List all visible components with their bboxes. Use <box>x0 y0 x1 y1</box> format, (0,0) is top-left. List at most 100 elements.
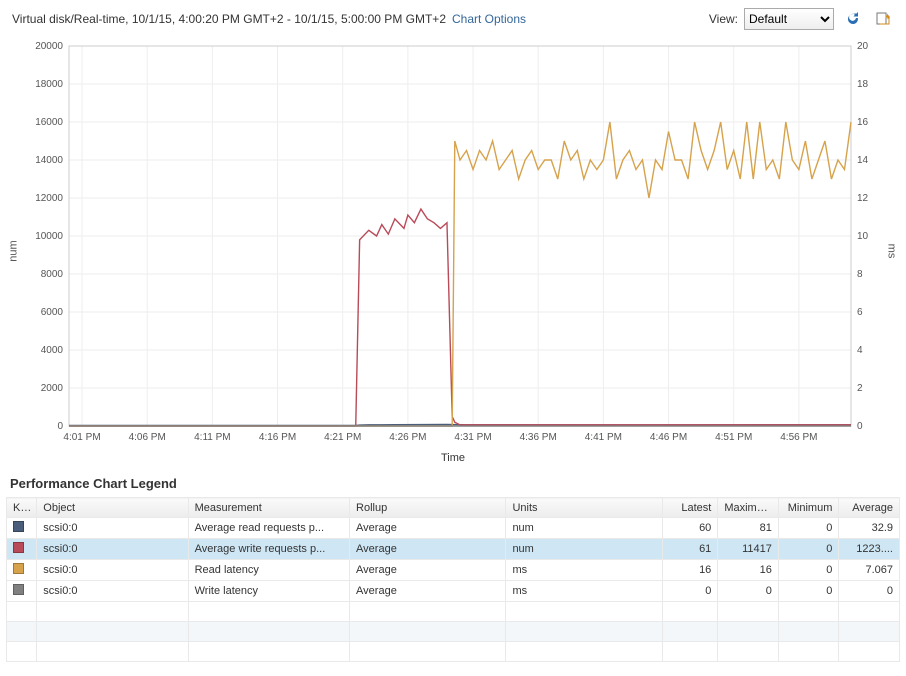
svg-text:4:56 PM: 4:56 PM <box>780 432 817 443</box>
svg-text:20000: 20000 <box>35 41 63 52</box>
rollup-cell: Average <box>350 539 506 560</box>
col-latest[interactable]: Latest <box>662 498 717 518</box>
average-cell: 32.9 <box>839 518 900 539</box>
average-cell: 1223.... <box>839 539 900 560</box>
object-cell: scsi0:0 <box>37 518 188 539</box>
swatch-cell <box>7 518 37 539</box>
latest-cell: 60 <box>662 518 717 539</box>
svg-text:16000: 16000 <box>35 117 63 128</box>
svg-text:8: 8 <box>857 269 863 280</box>
svg-text:4:11 PM: 4:11 PM <box>194 432 231 443</box>
svg-text:2000: 2000 <box>41 383 64 394</box>
col-units[interactable]: Units <box>506 498 662 518</box>
minimum-cell: 0 <box>778 539 839 560</box>
average-cell: 7.067 <box>839 560 900 581</box>
swatch-cell <box>7 560 37 581</box>
col-rollup[interactable]: Rollup <box>350 498 506 518</box>
view-select[interactable]: Default <box>744 8 834 30</box>
svg-text:10: 10 <box>857 231 869 242</box>
units-cell: num <box>506 518 662 539</box>
object-cell: scsi0:0 <box>37 581 188 602</box>
maximum-cell: 0 <box>718 581 779 602</box>
chart-svg: 0200040006000800010000120001400016000180… <box>11 36 895 466</box>
svg-text:4:16 PM: 4:16 PM <box>259 432 296 443</box>
svg-text:8000: 8000 <box>41 269 64 280</box>
units-cell: ms <box>506 581 662 602</box>
minimum-cell: 0 <box>778 518 839 539</box>
svg-text:6000: 6000 <box>41 307 64 318</box>
table-row[interactable]: scsi0:0Average write requests p...Averag… <box>7 539 900 560</box>
table-row <box>7 642 900 662</box>
col-object[interactable]: Object <box>37 498 188 518</box>
measurement-cell: Average write requests p... <box>188 539 349 560</box>
performance-chart: num ms Time 0 2000 4000 6000 8000 10000 12000 1… <box>11 36 895 466</box>
svg-text:4:36 PM: 4:36 PM <box>520 432 557 443</box>
svg-text:18000: 18000 <box>35 79 63 90</box>
svg-text:6: 6 <box>857 307 863 318</box>
units-cell: ms <box>506 560 662 581</box>
table-row <box>7 622 900 642</box>
minimum-cell: 0 <box>778 560 839 581</box>
svg-text:4:06 PM: 4:06 PM <box>129 432 166 443</box>
svg-text:14: 14 <box>857 155 869 166</box>
svg-text:4:46 PM: 4:46 PM <box>650 432 687 443</box>
legend-title: Performance Chart Legend <box>6 466 900 497</box>
svg-text:4000: 4000 <box>41 345 64 356</box>
y1-axis-label: num <box>8 240 20 261</box>
svg-text:4:51 PM: 4:51 PM <box>715 432 752 443</box>
object-cell: scsi0:0 <box>37 539 188 560</box>
maximum-cell: 16 <box>718 560 779 581</box>
measurement-cell: Average read requests p... <box>188 518 349 539</box>
average-cell: 0 <box>839 581 900 602</box>
svg-text:0: 0 <box>857 421 863 432</box>
latest-cell: 16 <box>662 560 717 581</box>
table-row <box>7 602 900 622</box>
rollup-cell: Average <box>350 518 506 539</box>
table-row[interactable]: scsi0:0Read latencyAveragems161607.067 <box>7 560 900 581</box>
y2-axis-label: ms <box>886 244 898 259</box>
col-measurement[interactable]: Measurement <box>188 498 349 518</box>
legend-header-row: Key Object Measurement Rollup Units Late… <box>7 498 900 518</box>
svg-text:4:31 PM: 4:31 PM <box>454 432 491 443</box>
maximum-cell: 81 <box>718 518 779 539</box>
svg-text:12: 12 <box>857 193 869 204</box>
svg-text:14000: 14000 <box>35 155 63 166</box>
view-label: View: <box>709 12 738 26</box>
minimum-cell: 0 <box>778 581 839 602</box>
rollup-cell: Average <box>350 560 506 581</box>
export-icon[interactable] <box>872 8 894 30</box>
svg-text:4:26 PM: 4:26 PM <box>389 432 426 443</box>
rollup-cell: Average <box>350 581 506 602</box>
svg-text:0: 0 <box>57 421 63 432</box>
latest-cell: 61 <box>662 539 717 560</box>
maximum-cell: 11417 <box>718 539 779 560</box>
toolbar: Virtual disk/Real-time, 10/1/15, 4:00:20… <box>6 6 900 36</box>
refresh-icon[interactable] <box>842 8 864 30</box>
svg-text:4:01 PM: 4:01 PM <box>63 432 100 443</box>
table-row[interactable]: scsi0:0Write latencyAveragems0000 <box>7 581 900 602</box>
latest-cell: 0 <box>662 581 717 602</box>
table-row[interactable]: scsi0:0Average read requests p...Average… <box>7 518 900 539</box>
chart-options-link[interactable]: Chart Options <box>452 12 526 26</box>
object-cell: scsi0:0 <box>37 560 188 581</box>
svg-text:4: 4 <box>857 345 863 356</box>
svg-text:18: 18 <box>857 79 869 90</box>
swatch-cell <box>7 581 37 602</box>
x-axis-label: Time <box>441 452 465 464</box>
svg-text:10000: 10000 <box>35 231 63 242</box>
svg-text:4:21 PM: 4:21 PM <box>324 432 361 443</box>
svg-text:12000: 12000 <box>35 193 63 204</box>
col-average[interactable]: Average <box>839 498 900 518</box>
svg-text:4:41 PM: 4:41 PM <box>585 432 622 443</box>
units-cell: num <box>506 539 662 560</box>
chart-title: Virtual disk/Real-time, 10/1/15, 4:00:20… <box>12 12 446 26</box>
svg-text:20: 20 <box>857 41 869 52</box>
col-maximum[interactable]: Maximum <box>718 498 779 518</box>
legend-table: Key Object Measurement Rollup Units Late… <box>6 497 900 662</box>
svg-text:16: 16 <box>857 117 869 128</box>
measurement-cell: Write latency <box>188 581 349 602</box>
col-key[interactable]: Key <box>7 498 37 518</box>
svg-text:2: 2 <box>857 383 863 394</box>
col-minimum[interactable]: Minimum <box>778 498 839 518</box>
swatch-cell <box>7 539 37 560</box>
